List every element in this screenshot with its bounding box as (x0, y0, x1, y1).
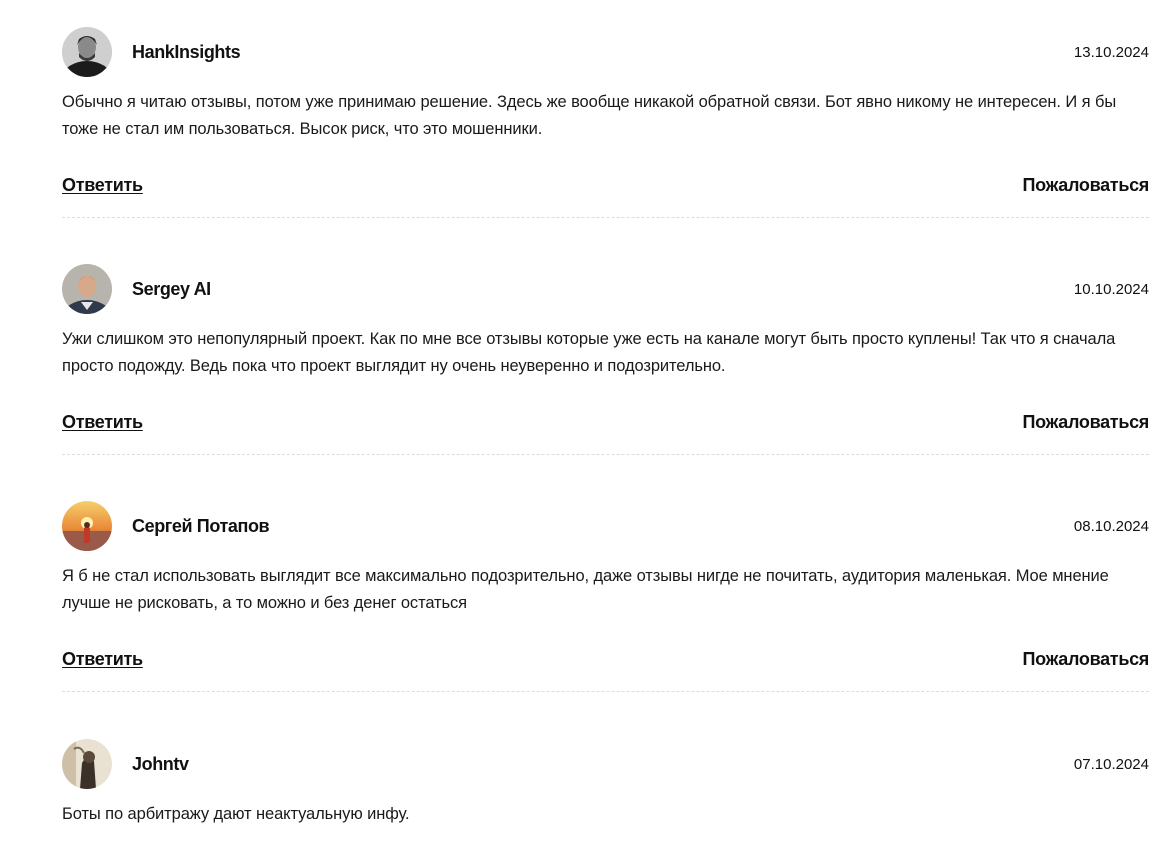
review-text: Обычно я читаю отзывы, потом уже принима… (62, 93, 1117, 138)
divider (62, 454, 1149, 455)
review-actions: Ответить Пожаловаться (62, 649, 1149, 673)
review-actions: Ответить Пожаловаться (62, 175, 1149, 199)
author-name[interactable]: Сергей Потапов (132, 516, 270, 537)
divider (62, 217, 1149, 218)
report-link[interactable]: Пожаловаться (1022, 412, 1149, 433)
user-photo-icon (62, 501, 112, 551)
avatar[interactable] (62, 264, 112, 314)
review-header: Sergey AI 10.10.2024 (62, 264, 1149, 316)
user-photo-icon (62, 739, 112, 789)
review-date: 08.10.2024 (1073, 518, 1149, 535)
divider (62, 691, 1149, 692)
review-date: 07.10.2024 (1073, 756, 1149, 773)
review-header: Johntv 07.10.2024 (62, 739, 1149, 791)
report-link[interactable]: Пожаловаться (1022, 649, 1149, 670)
review-header: Сергей Потапов 08.10.2024 (62, 501, 1149, 553)
review-text: Боты по арбитражу дают неактуальную инфу… (62, 805, 410, 823)
review-text: Ужи слишком это непопулярный проект. Как… (62, 330, 1116, 375)
reviews-list: HankInsights 13.10.2024 Обычно я читаю о… (0, 0, 1170, 854)
avatar[interactable] (62, 739, 112, 789)
review-item: Sergey AI 10.10.2024 Ужи слишком это неп… (62, 264, 1149, 455)
reply-link[interactable]: Ответить (62, 412, 143, 433)
author-name[interactable]: Sergey AI (132, 279, 211, 300)
review-text: Я б не стал использовать выглядит все ма… (62, 567, 1109, 612)
avatar[interactable] (62, 27, 112, 77)
user-photo-icon (62, 27, 112, 77)
review-item: HankInsights 13.10.2024 Обычно я читаю о… (62, 27, 1149, 218)
reply-link[interactable]: Ответить (62, 175, 143, 196)
review-item: Johntv 07.10.2024 Боты по арбитражу дают… (62, 739, 1149, 823)
review-date: 10.10.2024 (1073, 281, 1149, 298)
review-actions: Ответить Пожаловаться (62, 412, 1149, 436)
reply-link[interactable]: Ответить (62, 649, 143, 670)
review-date: 13.10.2024 (1073, 44, 1149, 61)
review-item: Сергей Потапов 08.10.2024 Я б не стал ис… (62, 501, 1149, 692)
report-link[interactable]: Пожаловаться (1022, 175, 1149, 196)
review-header: HankInsights 13.10.2024 (62, 27, 1149, 79)
author-name[interactable]: Johntv (132, 754, 189, 775)
avatar[interactable] (62, 501, 112, 551)
author-name[interactable]: HankInsights (132, 42, 241, 63)
user-photo-icon (62, 264, 112, 314)
